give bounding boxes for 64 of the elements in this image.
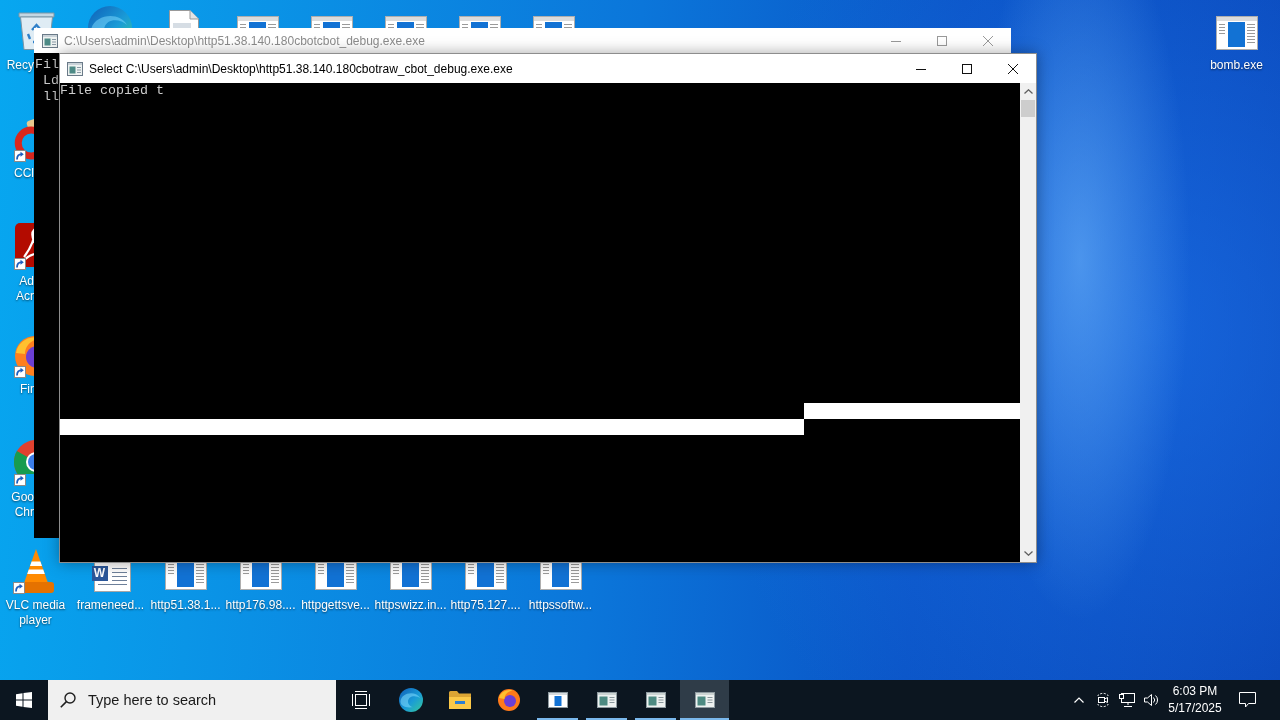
window-title: C:\Users\admin\Desktop\http51.38.140.180cbotcbot_debug.exe.exe — [64, 33, 425, 48]
clock-time[interactable]: 6:03 PM — [1172, 683, 1218, 700]
monitor-icon[interactable] — [1119, 693, 1135, 707]
window-icon[interactable] — [239, 563, 282, 590]
close-icon — [983, 35, 993, 46]
window-icon[interactable] — [385, 16, 427, 28]
file-name-label[interactable]: http176.98.... — [225, 598, 296, 613]
search-box[interactable]: Type here to search — [48, 680, 336, 720]
window-icon[interactable] — [464, 563, 507, 590]
close-icon — [1008, 63, 1018, 74]
window-icon — [645, 692, 666, 708]
taskbar-button[interactable] — [680, 680, 729, 720]
console-line: ll — [42, 89, 59, 105]
file-name-label[interactable]: Goo Chr — [11, 490, 34, 520]
console-line: File copied t — [60, 83, 164, 99]
file-name-label[interactable]: Fir — [20, 382, 34, 397]
file-name-label[interactable]: CCl — [14, 166, 34, 181]
window-icon[interactable] — [539, 563, 582, 590]
caret-down-icon — [1023, 551, 1033, 556]
caret-up-icon[interactable] — [1074, 697, 1084, 703]
search-icon — [60, 692, 76, 708]
file-name-label[interactable]: httpssoftw... — [528, 598, 593, 613]
window-icon — [596, 692, 617, 708]
file-name-label[interactable]: bomb.exe — [1210, 58, 1263, 73]
caret-up-icon — [1023, 89, 1033, 94]
scrollbar[interactable] — [1020, 83, 1036, 562]
window-panes-icon — [16, 692, 32, 708]
window-icon[interactable] — [389, 563, 432, 590]
console-line: Fil — [35, 57, 59, 73]
window-icon[interactable] — [311, 16, 353, 28]
search-field[interactable]: Type here to search — [88, 689, 328, 711]
window-icon — [42, 33, 58, 48]
speech-bubble-icon[interactable] — [1238, 692, 1256, 708]
file-name-label[interactable]: httpswizz.in... — [374, 598, 447, 613]
file-name-label[interactable]: http51.38.1... — [150, 598, 221, 613]
task-view-icon — [352, 691, 370, 709]
file-name-label[interactable]: frameneed... — [76, 598, 145, 613]
maximize-icon — [937, 35, 947, 46]
window-icon[interactable] — [237, 16, 279, 28]
speaker-icon[interactable] — [1143, 694, 1159, 706]
console-line: Ld — [42, 73, 59, 89]
camera-icon[interactable] — [1096, 692, 1110, 708]
flame-globe-icon — [497, 689, 520, 711]
window-icon — [67, 61, 83, 76]
swirl-icon — [398, 688, 423, 712]
window-icon — [694, 692, 715, 708]
window-icon[interactable] — [314, 563, 357, 590]
logo-letter: W — [91, 566, 108, 581]
folder-icon — [448, 691, 471, 709]
file-name-label[interactable]: Recy — [6, 58, 34, 73]
scrollbar-thumb[interactable] — [1021, 100, 1035, 117]
brush-icon[interactable] — [14, 117, 34, 162]
file-name-label[interactable]: VLC media player — [0, 598, 73, 628]
window-icon[interactable] — [164, 563, 207, 590]
window-icon[interactable] — [533, 16, 575, 28]
clock-date[interactable]: 5/17/2025 — [1168, 700, 1222, 717]
window-icon — [547, 692, 568, 708]
window-icon[interactable] — [459, 16, 501, 28]
file-name-label[interactable]: httpgettsve... — [301, 598, 370, 613]
window-title: Select C:\Users\admin\Desktop\http51.38.140.180cbotraw_cbot_debug.exe.exe — [89, 61, 513, 76]
file-name-label[interactable]: Ad Acr — [16, 274, 34, 304]
file-name-label[interactable]: http75.127.... — [450, 598, 521, 613]
maximize-icon — [962, 63, 972, 74]
window-icon[interactable] — [1215, 16, 1258, 50]
